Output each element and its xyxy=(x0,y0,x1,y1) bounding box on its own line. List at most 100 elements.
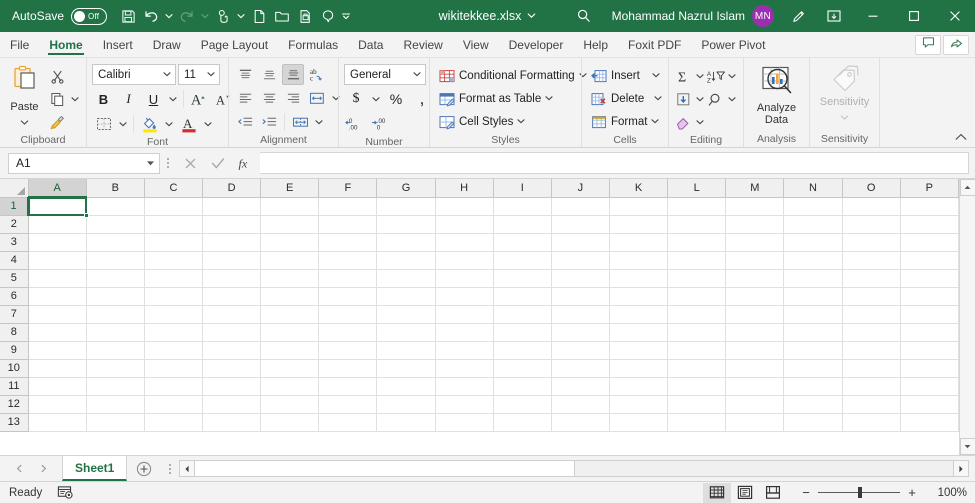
save-icon[interactable] xyxy=(117,4,139,28)
cell-I4[interactable] xyxy=(493,251,552,270)
cell-D3[interactable] xyxy=(202,233,262,252)
cell-H11[interactable] xyxy=(435,377,494,396)
cell-A4[interactable] xyxy=(28,251,87,270)
close-icon[interactable] xyxy=(934,0,975,32)
merge-and-center-chevron-down-icon[interactable] xyxy=(313,111,325,133)
cell-O1[interactable] xyxy=(842,197,901,216)
cell-I9[interactable] xyxy=(493,341,552,360)
fill-color-icon[interactable] xyxy=(138,113,161,135)
new-file-icon[interactable] xyxy=(248,4,270,28)
cell-L5[interactable] xyxy=(667,269,727,288)
cell-A12[interactable] xyxy=(28,395,87,414)
cell-P13[interactable] xyxy=(900,413,960,432)
increase-font-size-icon[interactable]: A xyxy=(188,88,211,110)
cell-D12[interactable] xyxy=(202,395,262,414)
cell-styles-chevron-down-icon[interactable] xyxy=(517,116,525,128)
cell-G1[interactable] xyxy=(376,197,436,216)
cell-I3[interactable] xyxy=(493,233,552,252)
name-box[interactable]: A1 xyxy=(8,152,160,174)
cell-A11[interactable] xyxy=(28,377,87,396)
normal-view-button[interactable] xyxy=(703,482,731,503)
cell-M4[interactable] xyxy=(725,251,785,270)
increase-decimal-icon[interactable]: .00 0 xyxy=(370,113,394,135)
cell-P8[interactable] xyxy=(900,323,960,342)
cell-H13[interactable] xyxy=(435,413,494,432)
cell-J13[interactable] xyxy=(551,413,610,432)
cell-O3[interactable] xyxy=(842,233,901,252)
cell-F10[interactable] xyxy=(318,359,378,378)
copy-chevron-down-icon[interactable] xyxy=(69,89,81,111)
cell-F5[interactable] xyxy=(318,269,378,288)
column-header-E[interactable]: E xyxy=(260,179,320,198)
cell-K7[interactable] xyxy=(609,305,669,324)
name-box-chevron-down-icon[interactable] xyxy=(141,160,159,167)
spelling-icon[interactable] xyxy=(317,4,339,28)
cell-H9[interactable] xyxy=(435,341,494,360)
redo-dropdown-chevron-down-icon[interactable] xyxy=(199,4,211,28)
avatar[interactable]: MN xyxy=(752,5,774,27)
tab-home[interactable]: Home xyxy=(39,32,92,57)
autosum-chevron-down-icon[interactable] xyxy=(694,65,706,87)
column-header-I[interactable]: I xyxy=(493,179,552,198)
cell-E5[interactable] xyxy=(260,269,320,288)
cell-B2[interactable] xyxy=(86,215,145,234)
cell-L7[interactable] xyxy=(667,305,727,324)
cell-P2[interactable] xyxy=(900,215,960,234)
font-family-combo[interactable]: Calibri xyxy=(92,64,176,85)
cell-I8[interactable] xyxy=(493,323,552,342)
undo-icon[interactable] xyxy=(140,4,162,28)
maximize-icon[interactable] xyxy=(893,0,934,32)
cell-O10[interactable] xyxy=(842,359,901,378)
cell-K4[interactable] xyxy=(609,251,669,270)
bold-button[interactable]: B xyxy=(92,88,115,110)
paste-chevron-down-icon[interactable] xyxy=(20,113,29,131)
cell-C6[interactable] xyxy=(144,287,203,306)
cell-I5[interactable] xyxy=(493,269,552,288)
cell-E7[interactable] xyxy=(260,305,320,324)
font-color-chevron-down-icon[interactable] xyxy=(202,113,214,135)
cell-J4[interactable] xyxy=(551,251,610,270)
cell-J3[interactable] xyxy=(551,233,610,252)
cell-J10[interactable] xyxy=(551,359,610,378)
scroll-left-arrow-icon[interactable] xyxy=(180,461,196,476)
cell-K2[interactable] xyxy=(609,215,669,234)
autosave-toggle[interactable]: AutoSave Off xyxy=(12,7,108,25)
analyze-data-button[interactable]: Analyze Data xyxy=(749,63,804,126)
cell-G8[interactable] xyxy=(376,323,436,342)
cell-N2[interactable] xyxy=(783,215,843,234)
find-and-select-icon[interactable] xyxy=(706,89,726,110)
italic-button[interactable]: I xyxy=(117,88,140,110)
clear-eraser-icon[interactable] xyxy=(674,112,694,133)
tab-foxit-pdf[interactable]: Foxit PDF xyxy=(618,32,691,57)
row-header-9[interactable]: 9 xyxy=(0,341,29,360)
cell-G13[interactable] xyxy=(376,413,436,432)
cell-H3[interactable] xyxy=(435,233,494,252)
cell-E2[interactable] xyxy=(260,215,320,234)
cell-O9[interactable] xyxy=(842,341,901,360)
cell-C12[interactable] xyxy=(144,395,203,414)
decrease-indent-icon[interactable] xyxy=(234,112,256,133)
delete-cells-chevron-down-icon[interactable] xyxy=(654,93,662,105)
sensitivity-button[interactable]: Sensitivity xyxy=(815,63,874,126)
cell-styles-button[interactable]: Cell Styles xyxy=(435,111,590,133)
sheet-tab-sheet1[interactable]: Sheet1 xyxy=(62,456,128,481)
undo-dropdown-chevron-down-icon[interactable] xyxy=(163,4,175,28)
zoom-level-label[interactable]: 100% xyxy=(927,487,967,499)
cell-H1[interactable] xyxy=(435,197,494,216)
cell-L3[interactable] xyxy=(667,233,727,252)
cell-D4[interactable] xyxy=(202,251,262,270)
cell-H2[interactable] xyxy=(435,215,494,234)
cell-F8[interactable] xyxy=(318,323,378,342)
cell-H5[interactable] xyxy=(435,269,494,288)
cell-I7[interactable] xyxy=(493,305,552,324)
cell-O12[interactable] xyxy=(842,395,901,414)
account-info[interactable]: Mohammad Nazrul Islam MN xyxy=(602,5,780,27)
cell-K9[interactable] xyxy=(609,341,669,360)
cell-M7[interactable] xyxy=(725,305,785,324)
cell-H7[interactable] xyxy=(435,305,494,324)
cell-C7[interactable] xyxy=(144,305,203,324)
cell-I10[interactable] xyxy=(493,359,552,378)
cell-K1[interactable] xyxy=(609,197,669,216)
tab-insert[interactable]: Insert xyxy=(93,32,143,57)
row-header-8[interactable]: 8 xyxy=(0,323,29,342)
